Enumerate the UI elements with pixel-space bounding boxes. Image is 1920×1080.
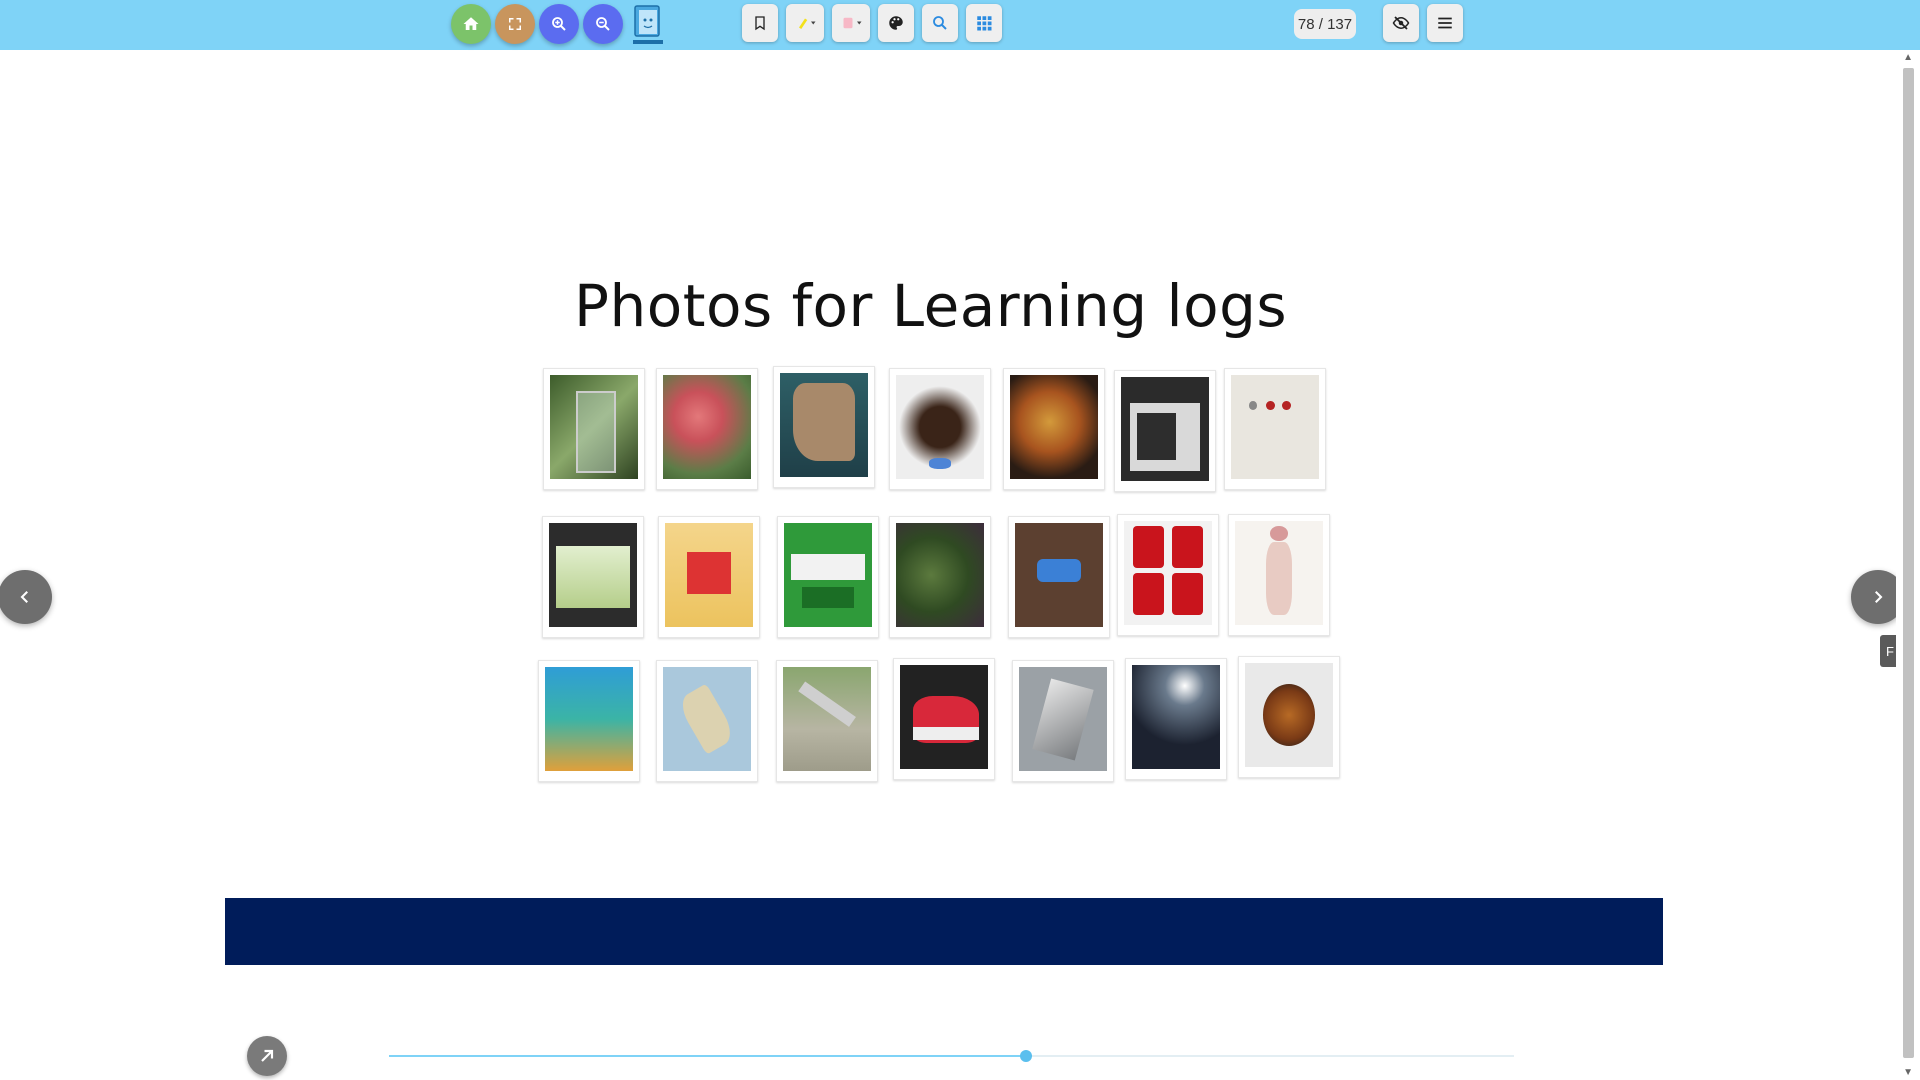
arrow-up-right-icon (261, 1049, 274, 1062)
photo-white-machine[interactable] (1224, 368, 1326, 490)
page-slider[interactable] (389, 1050, 1514, 1062)
photo-dachshund[interactable] (889, 368, 991, 490)
palette-button[interactable] (878, 4, 914, 42)
photo-bus-stop[interactable] (543, 368, 645, 490)
scroll-down-arrow[interactable]: ▼ (1903, 1067, 1913, 1078)
grid-view-button[interactable] (966, 4, 1002, 42)
search-icon (933, 16, 947, 30)
photo-festival-night[interactable] (1125, 658, 1227, 780)
zoom-in-icon (552, 17, 566, 31)
sticky-note-icon (843, 17, 862, 29)
photo-paper-crane[interactable] (1012, 660, 1114, 782)
photo-plant-leaves[interactable] (889, 516, 991, 638)
app-logo (630, 3, 666, 47)
zoom-out-button[interactable] (583, 4, 623, 44)
scroll-thumb[interactable] (1903, 68, 1914, 1058)
photo-japan-map[interactable] (656, 660, 758, 782)
bookmark-button[interactable] (742, 4, 778, 42)
search-button[interactable] (922, 4, 958, 42)
sticky-note-button[interactable] (832, 4, 870, 42)
chevron-right-icon (1875, 591, 1883, 603)
fullscreen-button[interactable] (495, 4, 535, 44)
home-button[interactable] (451, 4, 491, 44)
page-slider-handle[interactable] (1019, 1050, 1032, 1062)
chevron-left-icon (20, 591, 28, 603)
home-icon (463, 17, 479, 30)
menu-icon (1438, 17, 1452, 29)
photo-coca-cola-cans[interactable] (1117, 514, 1219, 636)
bookmark-icon (755, 16, 765, 31)
photo-microwave[interactable] (1114, 370, 1216, 492)
hide-toolbar-button[interactable] (1383, 4, 1419, 42)
scroll-up-arrow[interactable]: ▲ (1903, 52, 1913, 63)
zoom-in-button[interactable] (539, 4, 579, 44)
scrollbar[interactable]: ▲ ▼ (1896, 50, 1920, 1080)
photo-usb-hub[interactable] (1008, 516, 1110, 638)
footer-banner (225, 898, 1663, 965)
share-button[interactable] (247, 1036, 287, 1076)
zoom-out-icon (596, 17, 610, 31)
grid-icon (977, 16, 992, 31)
photo-noodle-bowl[interactable] (1238, 656, 1340, 778)
photo-tissue-box[interactable] (542, 516, 644, 638)
page-slider-fill (389, 1055, 1026, 1057)
photo-autumn-leaves[interactable] (656, 368, 758, 490)
photo-curry-plate[interactable] (1003, 368, 1105, 490)
eye-off-icon (1392, 16, 1410, 30)
photo-flour-bag[interactable] (658, 516, 760, 638)
fullscreen-icon (509, 18, 521, 30)
page-counter: 78 / 137 (1294, 9, 1356, 39)
photo-playground-slide[interactable] (776, 660, 878, 782)
palette-icon (889, 16, 903, 30)
photo-anatomy-chart[interactable] (1228, 514, 1330, 636)
photo-contest-poster[interactable] (777, 516, 879, 638)
menu-button[interactable] (1427, 4, 1463, 42)
photo-red-sneakers[interactable] (893, 658, 995, 780)
highlighter-button[interactable] (786, 4, 824, 42)
page-title: Photos for Learning logs (574, 272, 1288, 340)
photo-snack-package[interactable] (538, 660, 640, 782)
prev-page-button[interactable] (0, 570, 52, 624)
highlighter-icon (799, 18, 816, 29)
top-toolbar: 78 / 137 (0, 0, 1920, 50)
photo-boot-ornament[interactable] (773, 366, 875, 488)
